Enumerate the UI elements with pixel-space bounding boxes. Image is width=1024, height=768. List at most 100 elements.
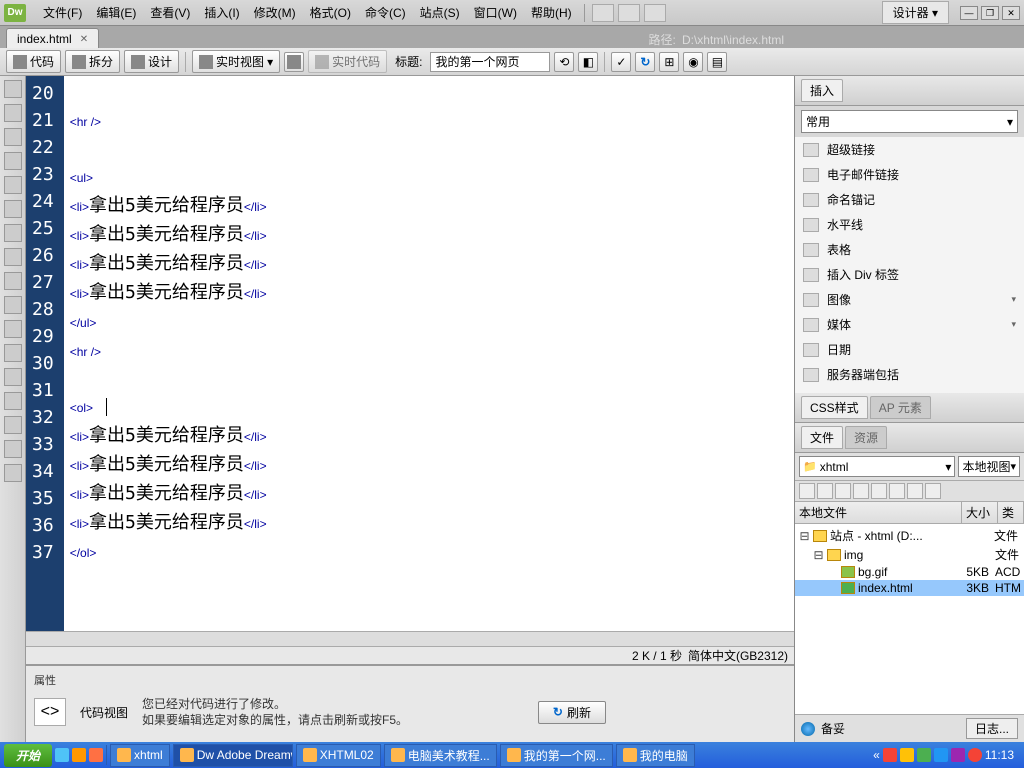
taskbar-item[interactable]: 电脑美术教程... <box>384 744 497 767</box>
tool-select-parent[interactable] <box>4 152 22 170</box>
tree-root[interactable]: ⊟站点 - xhtml (D:...文件 <box>795 526 1024 545</box>
insert-媒体[interactable]: 媒体▾ <box>795 312 1024 337</box>
menu-命令[interactable]: 命令(C) <box>358 2 413 24</box>
tool-comment[interactable] <box>4 320 22 338</box>
tab-index-html[interactable]: index.html✕ <box>6 28 99 48</box>
tree-item-bg.gif[interactable]: bg.gif5KBACD <box>795 564 1024 580</box>
tool-format[interactable] <box>4 440 22 458</box>
tab-insert[interactable]: 插入 <box>801 79 843 102</box>
start-button[interactable]: 开始 <box>4 744 52 767</box>
layout-preset[interactable]: 设计器 ▾ <box>882 1 949 24</box>
title-input[interactable] <box>430 52 550 72</box>
tool-6[interactable]: ◉ <box>683 52 703 72</box>
tab-css-styles[interactable]: CSS样式 <box>801 396 868 419</box>
insert-命名锚记[interactable]: 命名锚记 <box>795 187 1024 212</box>
tool-snippet[interactable] <box>4 392 22 410</box>
system-tray[interactable]: « 11:13 <box>867 748 1020 762</box>
quicklaunch-ie[interactable] <box>55 748 69 762</box>
horizontal-scrollbar[interactable] <box>26 631 794 646</box>
inspect-button[interactable] <box>284 52 304 72</box>
connect-icon[interactable] <box>799 483 815 499</box>
quicklaunch-mail[interactable] <box>72 748 86 762</box>
tool-outdent[interactable] <box>4 296 22 314</box>
tool-wrap[interactable] <box>4 344 22 362</box>
close-button[interactable]: ✕ <box>1002 6 1020 20</box>
tool-7[interactable]: ▤ <box>707 52 727 72</box>
code-editor[interactable]: 202122232425262728293031323334353637 <hr… <box>26 76 794 631</box>
tree-item-img[interactable]: ⊟img文件 <box>795 545 1024 564</box>
live-view-button[interactable]: 实时视图 ▾ <box>192 50 280 73</box>
menu-窗口[interactable]: 窗口(W) <box>467 2 524 24</box>
chevron-down-icon: ▾ <box>1007 115 1013 129</box>
minimize-button[interactable]: — <box>960 6 978 20</box>
menu-文件[interactable]: 文件(F) <box>36 2 89 24</box>
menu-编辑[interactable]: 编辑(E) <box>89 2 143 24</box>
view-select[interactable]: 本地视图 ▾ <box>958 456 1020 477</box>
get-icon[interactable] <box>835 483 851 499</box>
insert-水平线[interactable]: 水平线 <box>795 212 1024 237</box>
taskbar-item[interactable]: 我的第一个网... <box>500 744 613 767</box>
layout-icon[interactable] <box>592 4 614 22</box>
insert-图像[interactable]: 图像▾ <box>795 287 1024 312</box>
tool-open[interactable] <box>4 80 22 98</box>
split-view-button[interactable]: 拆分 <box>65 50 120 73</box>
sync-icon[interactable] <box>907 483 923 499</box>
menu-插入[interactable]: 插入(I) <box>197 2 246 24</box>
menu-格式[interactable]: 格式(O) <box>303 2 358 24</box>
tree-item-index.html[interactable]: index.html3KBHTM <box>795 580 1024 596</box>
restore-button[interactable]: ❐ <box>981 6 999 20</box>
tool-3[interactable]: ✓ <box>611 52 631 72</box>
tab-ap-elements[interactable]: AP 元素 <box>870 396 931 419</box>
tab-files[interactable]: 文件 <box>801 426 843 449</box>
refresh-button[interactable]: ↻ 刷新 <box>538 701 606 724</box>
expand-icon[interactable] <box>925 483 941 499</box>
tool-syntax[interactable] <box>4 248 22 266</box>
tool-expand[interactable] <box>4 128 22 146</box>
tool-5[interactable]: ⊞ <box>659 52 679 72</box>
tab-assets[interactable]: 资源 <box>845 426 887 449</box>
insert-插入 Div 标签[interactable]: 插入 Div 标签 <box>795 262 1024 287</box>
insert-电子邮件链接[interactable]: 电子邮件链接 <box>795 162 1024 187</box>
insert-服务器端包括[interactable]: 服务器端包括 <box>795 362 1024 387</box>
taskbar-item[interactable]: 我的电脑 <box>616 744 695 767</box>
site-select[interactable]: 📁 xhtml▾ <box>799 456 955 477</box>
menu-查看[interactable]: 查看(V) <box>143 2 197 24</box>
tool-recent[interactable] <box>4 368 22 386</box>
insert-超级链接[interactable]: 超级链接 <box>795 137 1024 162</box>
files-panel-header[interactable]: 文件 资源 <box>795 423 1024 453</box>
insert-表格[interactable]: 表格 <box>795 237 1024 262</box>
quicklaunch-ff[interactable] <box>89 748 103 762</box>
tool-collapse[interactable] <box>4 104 22 122</box>
put-icon[interactable] <box>853 483 869 499</box>
css-panel-header[interactable]: CSS样式 AP 元素 <box>795 393 1024 423</box>
menu-帮助[interactable]: 帮助(H) <box>524 2 579 24</box>
close-icon[interactable]: ✕ <box>80 34 88 45</box>
menu-修改[interactable]: 修改(M) <box>247 2 303 24</box>
design-view-button[interactable]: 设计 <box>124 50 179 73</box>
insert-category[interactable]: 常用▾ <box>801 110 1018 133</box>
taskbar-item[interactable]: XHTML02 <box>296 744 381 767</box>
tool-indent[interactable] <box>4 272 22 290</box>
tool-1[interactable]: ⟲ <box>554 52 574 72</box>
insert-panel-header[interactable]: 插入 <box>795 76 1024 106</box>
tool-balance[interactable] <box>4 176 22 194</box>
tool-line-numbers[interactable] <box>4 200 22 218</box>
log-button[interactable]: 日志... <box>966 718 1018 739</box>
tool-highlight[interactable] <box>4 224 22 242</box>
checkin-icon[interactable] <box>889 483 905 499</box>
tool-move-up[interactable] <box>4 416 22 434</box>
tool-2[interactable]: ◧ <box>578 52 598 72</box>
tool-options[interactable] <box>4 464 22 482</box>
style-icon[interactable] <box>618 4 640 22</box>
code-content[interactable]: <hr /> <ul> <li>拿出5美元给程序员</li> <li>拿出5美元… <box>64 76 794 631</box>
menu-站点[interactable]: 站点(S) <box>413 2 467 24</box>
refresh-files-icon[interactable] <box>817 483 833 499</box>
file-tree[interactable]: ⊟站点 - xhtml (D:...文件⊟img文件bg.gif5KBACDin… <box>795 524 1024 714</box>
code-view-button[interactable]: 代码 <box>6 50 61 73</box>
insert-日期[interactable]: 日期 <box>795 337 1024 362</box>
panel-icon[interactable] <box>644 4 666 22</box>
refresh-tool[interactable]: ↻ <box>635 52 655 72</box>
taskbar-item[interactable]: Dw Adobe Dreamw... <box>173 744 293 767</box>
checkout-icon[interactable] <box>871 483 887 499</box>
taskbar-item[interactable]: xhtml <box>110 744 170 767</box>
